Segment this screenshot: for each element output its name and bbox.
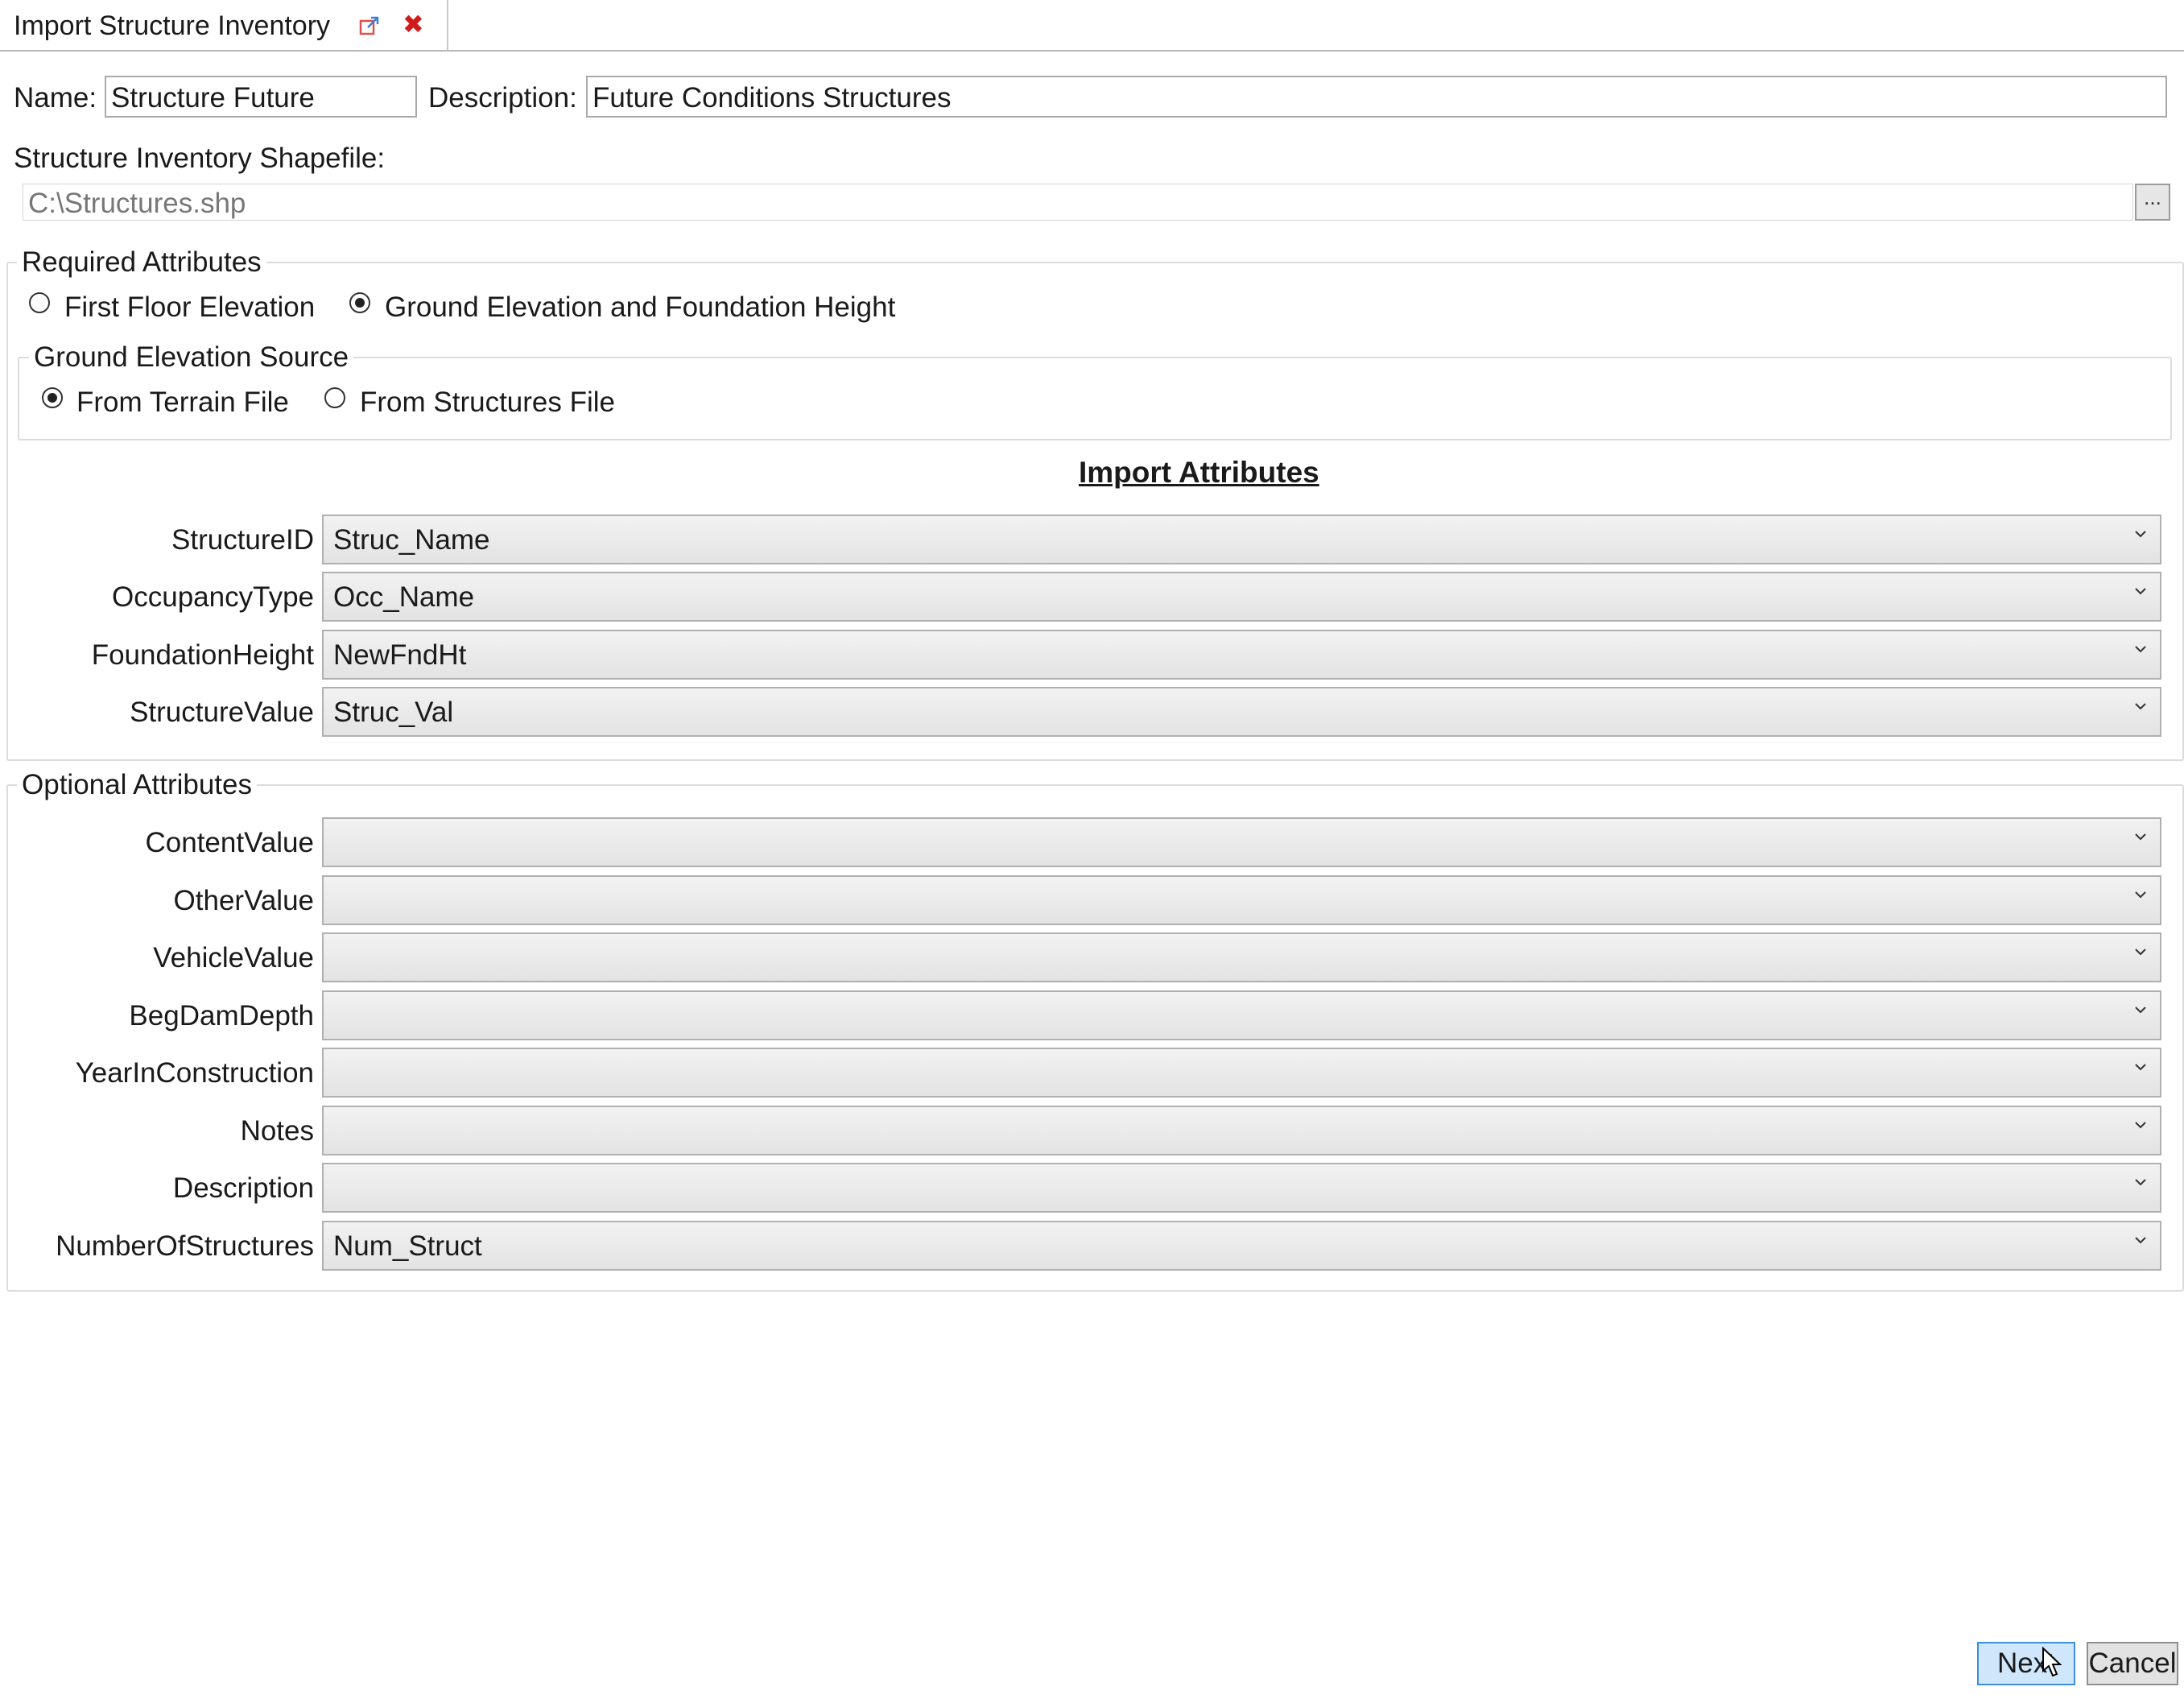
vehicle-value-label: VehicleValue: [153, 942, 314, 974]
number-of-structures-combo[interactable]: Num_Struct: [322, 1221, 2161, 1271]
popout-icon[interactable]: [358, 14, 381, 37]
foundation-height-value: NewFndHt: [333, 639, 467, 671]
import-attributes-title: Import Attributes: [1079, 456, 1319, 489]
name-label: Name:: [14, 82, 97, 114]
chevron-down-icon: [2135, 1064, 2146, 1071]
structure-value-value: Struc_Val: [333, 697, 454, 728]
structure-value-label: StructureValue: [130, 697, 314, 728]
chevron-down-icon: [2135, 588, 2146, 595]
occupancy-type-combo[interactable]: Occ_Name: [322, 572, 2161, 622]
description-attr-combo[interactable]: [322, 1163, 2161, 1213]
from-terrain-file-label[interactable]: From Terrain File: [76, 387, 289, 419]
structure-id-value: Struc_Name: [333, 524, 490, 556]
structure-id-label: StructureID: [171, 524, 314, 556]
shapefile-label: Structure Inventory Shapefile:: [14, 143, 386, 174]
from-structures-file-radio[interactable]: [324, 387, 345, 408]
ground-elevation-foundation-label[interactable]: Ground Elevation and Foundation Height: [385, 291, 895, 324]
shapefile-path-field[interactable]: C:\Structures.shp: [23, 184, 2133, 221]
from-terrain-file-radio[interactable]: [42, 387, 63, 408]
chevron-down-icon: [2135, 891, 2146, 899]
from-structures-file-label[interactable]: From Structures File: [360, 387, 615, 419]
first-floor-elevation-radio[interactable]: [29, 292, 50, 313]
name-input[interactable]: Structure Future: [105, 76, 417, 118]
other-value-combo[interactable]: [322, 875, 2161, 925]
foundation-height-combo[interactable]: NewFndHt: [322, 630, 2161, 680]
content-value-label: ContentValue: [145, 827, 314, 858]
year-in-construction-label: YearInConstruction: [75, 1057, 314, 1089]
year-in-construction-combo[interactable]: [322, 1048, 2161, 1098]
beg-dam-depth-label: BegDamDepth: [129, 1000, 314, 1031]
structure-id-combo[interactable]: Struc_Name: [322, 515, 2161, 564]
cancel-button[interactable]: Cancel: [2087, 1642, 2178, 1685]
structure-value-combo[interactable]: Struc_Val: [322, 687, 2161, 737]
chevron-down-icon: [2135, 531, 2146, 538]
mouse-cursor-icon: [2042, 1647, 2062, 1677]
ground-elevation-source-legend: Ground Elevation Source: [29, 341, 354, 374]
notes-combo[interactable]: [322, 1106, 2161, 1155]
optional-attributes-legend: Optional Attributes: [17, 769, 257, 801]
required-attributes-legend: Required Attributes: [17, 246, 266, 279]
tab-title: Import Structure Inventory: [14, 10, 331, 41]
number-of-structures-value: Num_Struct: [333, 1230, 482, 1262]
description-attr-label: Description: [172, 1172, 314, 1204]
ground-elevation-foundation-radio[interactable]: [349, 292, 370, 313]
chevron-down-icon: [2135, 833, 2146, 841]
other-value-label: OtherValue: [173, 885, 314, 916]
chevron-down-icon: [2135, 949, 2146, 956]
beg-dam-depth-combo[interactable]: [322, 990, 2161, 1040]
number-of-structures-label: NumberOfStructures: [56, 1230, 314, 1262]
vehicle-value-combo[interactable]: [322, 932, 2161, 982]
browse-button[interactable]: ...: [2135, 184, 2170, 221]
tab-bar: Import Structure Inventory ✖: [0, 0, 2184, 52]
tab-import-structure-inventory[interactable]: Import Structure Inventory ✖: [0, 0, 448, 50]
chevron-down-icon: [2135, 1122, 2146, 1129]
description-label: Description:: [428, 82, 577, 114]
occupancy-type-value: Occ_Name: [333, 581, 475, 613]
required-attributes-group: [6, 262, 2184, 761]
chevron-down-icon: [2135, 1007, 2146, 1014]
occupancy-type-label: OccupancyType: [112, 581, 314, 613]
chevron-down-icon: [2135, 1179, 2146, 1186]
chevron-down-icon: [2135, 703, 2146, 710]
content-value-combo[interactable]: [322, 817, 2161, 867]
chevron-down-icon: [2135, 1237, 2146, 1244]
first-floor-elevation-label[interactable]: First Floor Elevation: [64, 291, 315, 324]
foundation-height-label: FoundationHeight: [91, 639, 314, 671]
description-input[interactable]: Future Conditions Structures: [586, 76, 2167, 118]
close-icon[interactable]: ✖: [403, 11, 424, 37]
notes-label: Notes: [240, 1115, 314, 1147]
chevron-down-icon: [2135, 646, 2146, 653]
